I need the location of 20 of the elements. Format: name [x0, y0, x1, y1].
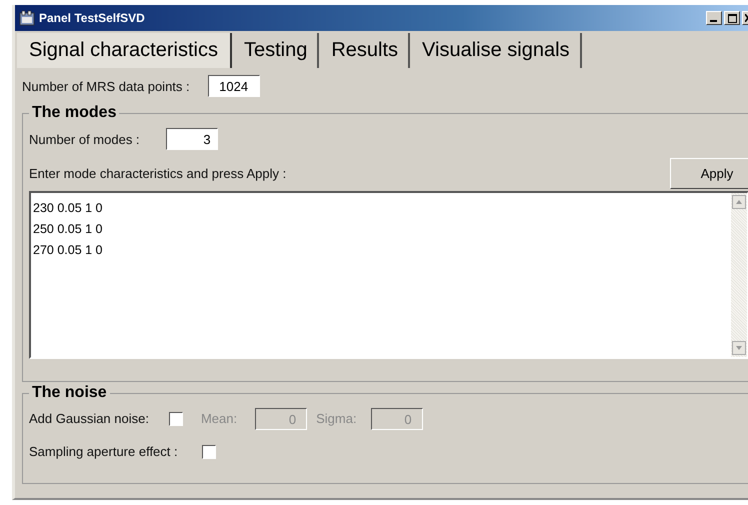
field-label: Number of MRS data points :: [22, 78, 190, 94]
checkbox[interactable]: [202, 444, 216, 458]
checkbox[interactable]: [168, 412, 183, 426]
field-label: Number of modes :: [29, 132, 140, 146]
field-label: Sigma:: [316, 411, 357, 426]
app-icon: [19, 10, 35, 26]
group-title: The modes: [31, 104, 118, 122]
input-field[interactable]: 3: [166, 128, 218, 150]
tab[interactable]: Signal characteristics: [17, 33, 232, 68]
group-title: The noise: [31, 384, 108, 402]
field-label: Mean:: [200, 411, 238, 426]
maximize-button[interactable]: [724, 11, 740, 25]
checkbox-label: Add Gaussian noise:: [29, 411, 149, 426]
apply-button[interactable]: Apply: [670, 158, 748, 188]
instruction-text: Enter mode characteristics and press Apply :: [29, 166, 286, 180]
input-field[interactable]: 1024: [208, 75, 260, 97]
checkbox-label: Sampling aperture effect :: [29, 444, 178, 459]
window-title: Panel TestSelfSVD: [39, 11, 145, 25]
minimize-button[interactable]: [706, 11, 722, 25]
maximize-icon: [728, 14, 736, 22]
